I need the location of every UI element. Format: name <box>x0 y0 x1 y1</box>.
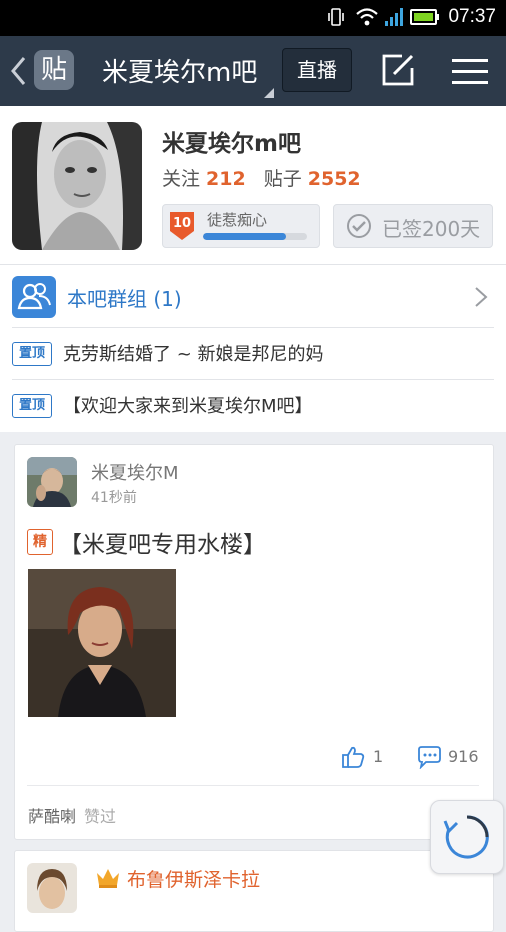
forum-avatar[interactable] <box>12 122 142 250</box>
liker-name[interactable]: 萨酷喇 <box>28 807 76 826</box>
post-card[interactable]: 布鲁伊斯泽卡拉 <box>14 850 494 932</box>
divider <box>0 264 506 265</box>
follow-label: 关注 <box>162 168 201 190</box>
live-button[interactable]: 直播 <box>282 48 352 92</box>
liker-suffix: 赞过 <box>84 807 117 826</box>
post-time: 41秒前 <box>91 490 137 506</box>
refresh-button[interactable] <box>430 800 504 874</box>
signal-icon <box>385 8 403 26</box>
forum-name: 米夏埃尔m吧 <box>162 131 301 157</box>
title-dropdown-icon[interactable] <box>264 88 274 98</box>
group-icon <box>12 276 56 318</box>
sign-in-button[interactable]: 已签200天 <box>333 204 493 248</box>
battery-icon <box>410 9 439 25</box>
back-icon[interactable] <box>8 54 30 88</box>
thumbs-up-icon[interactable] <box>341 745 365 769</box>
compose-icon[interactable] <box>380 52 418 88</box>
tieba-logo: 贴 <box>34 50 74 90</box>
wifi-icon <box>356 8 378 26</box>
top-nav-bar: 贴 米夏埃尔m吧 直播 <box>0 36 506 106</box>
comment-count: 916 <box>448 747 479 766</box>
featured-tag: 精 <box>27 529 53 555</box>
level-name: 徒惹痴心 <box>207 211 268 229</box>
like-count: 1 <box>373 747 384 766</box>
check-circle-icon <box>347 214 371 238</box>
pinned-tag: 置顶 <box>12 342 52 366</box>
comment-icon[interactable] <box>416 745 442 769</box>
level-box[interactable]: 10 徒惹痴心 <box>162 204 320 248</box>
menu-icon[interactable] <box>452 56 488 86</box>
post-author[interactable]: 米夏埃尔M <box>91 459 179 485</box>
follow-count: 212 <box>206 168 246 190</box>
forum-header: 米夏埃尔m吧 关注 212 贴子 2552 10 徒惹痴心 已签200天 本吧群… <box>0 106 506 432</box>
group-label: 本吧群组 (1) <box>67 287 182 311</box>
signed-label: 已签200天 <box>382 217 481 241</box>
level-progress-fill <box>203 233 287 240</box>
post-card[interactable]: 米夏埃尔M 41秒前 精 【米夏吧专用水楼】 1 916 萨酷喇 赞过 <box>14 444 494 840</box>
level-badge: 10 <box>169 211 195 241</box>
post-title[interactable]: 【米夏吧专用水楼】 <box>59 525 266 559</box>
pinned-post-1[interactable]: 置顶 克劳斯结婚了 ~ 新娘是邦尼的妈 <box>0 328 506 380</box>
level-progress-bar <box>203 233 307 240</box>
post-author[interactable]: 布鲁伊斯泽卡拉 <box>127 865 260 892</box>
nav-title[interactable]: 米夏埃尔m吧 <box>102 52 257 89</box>
pinned-tag: 置顶 <box>12 394 52 418</box>
vibrate-icon <box>328 8 344 26</box>
post-image[interactable] <box>28 569 176 717</box>
divider <box>27 785 479 786</box>
pinned-title: 克劳斯结婚了 ~ 新娘是邦尼的妈 <box>63 344 324 365</box>
pinned-title: 【欢迎大家来到米夏埃尔M吧】 <box>63 396 313 417</box>
liked-by: 萨酷喇 赞过 <box>28 803 116 827</box>
posts-label: 贴子 <box>263 168 302 190</box>
level-number: 10 <box>172 216 192 231</box>
forum-group-row[interactable]: 本吧群组 (1) <box>0 266 506 328</box>
author-avatar[interactable] <box>27 863 77 913</box>
status-bar: 07:37 <box>0 0 506 36</box>
pinned-post-2[interactable]: 置顶 【欢迎大家来到米夏埃尔M吧】 <box>0 380 506 432</box>
clock: 07:37 <box>448 6 496 27</box>
posts-count: 2552 <box>307 168 361 190</box>
refresh-icon <box>443 815 489 859</box>
crown-icon <box>97 869 119 888</box>
author-avatar[interactable] <box>27 457 77 507</box>
forum-stats: 关注 212 贴子 2552 <box>162 164 373 191</box>
chevron-right-icon <box>475 287 488 307</box>
